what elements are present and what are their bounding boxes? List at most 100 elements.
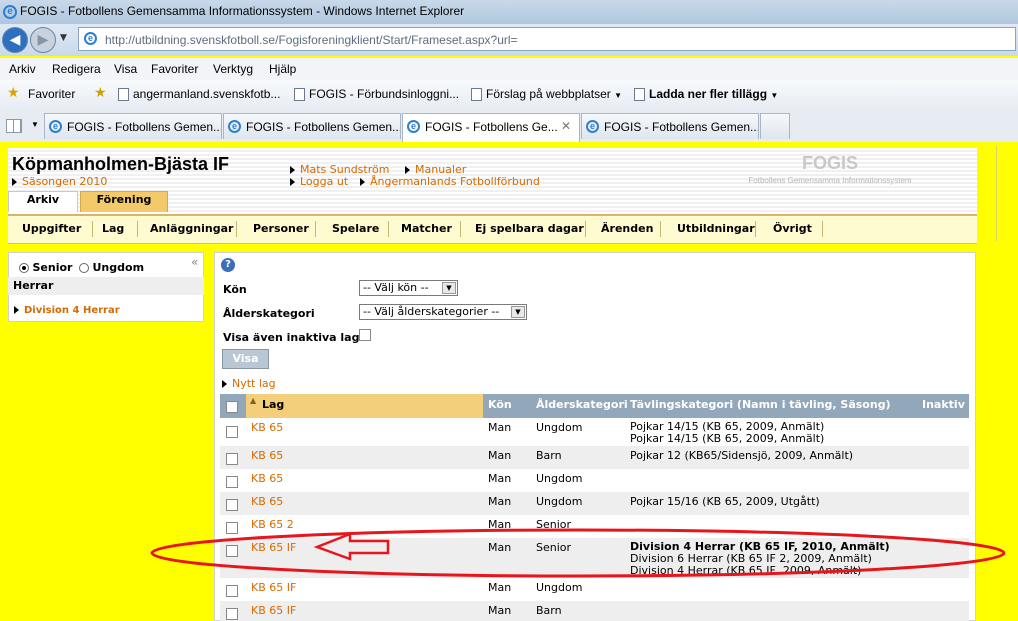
cell-tavling: Pojkar 14/15 (KB 65, 2009, Anmält) Pojkar… [630, 420, 825, 445]
menu-verktyg[interactable]: Verktyg [213, 62, 253, 76]
menu-favoriter[interactable]: Favoriter [151, 62, 198, 76]
cell-kon: Man [488, 472, 512, 485]
sort-asc-icon: ▲ [250, 396, 257, 405]
visa-button[interactable]: Visa [222, 349, 269, 369]
cell-alder: Ungdom [536, 421, 583, 434]
kon-select[interactable]: -- Välj kön -- ▼ [359, 280, 458, 296]
quick-tabs-icon[interactable] [6, 119, 22, 133]
column-lag[interactable]: ▲ Lag [246, 394, 483, 418]
club-name: Köpmanholmen-Bjästa IF [12, 154, 230, 174]
arrow-right-icon [222, 380, 227, 388]
nav-lag[interactable]: Lag [102, 222, 124, 235]
table-row: KB 65 IF Man Ungdom [220, 578, 969, 601]
chevron-down-icon: ▼ [442, 282, 456, 294]
browser-tab-1[interactable]: e FOGIS - Fotbollens Gemen... [44, 113, 222, 139]
back-button[interactable]: ◀ [2, 27, 28, 53]
menu-arkiv[interactable]: Arkiv [9, 62, 36, 76]
favorites-star-icon[interactable]: ★ [7, 84, 20, 101]
history-dropdown-icon[interactable]: ▼ [60, 33, 67, 43]
ie-logo-icon: e [49, 120, 62, 133]
row-checkbox[interactable] [226, 499, 238, 511]
chevron-down-icon: ▼ [614, 91, 622, 100]
alder-label: Ålderskategori [223, 307, 315, 320]
radio-senior[interactable]: Senior [19, 261, 72, 274]
window-title: FOGIS - Fotbollens Gemensamma Informatio… [20, 4, 465, 18]
menu-visa[interactable]: Visa [114, 62, 137, 76]
browser-tab-4[interactable]: e FOGIS - Fotbollens Gemen... [581, 113, 759, 139]
column-inaktiv[interactable]: Inaktiv [922, 398, 965, 411]
nav-arenden[interactable]: Ärenden [601, 222, 653, 235]
team-link[interactable]: KB 65 IF [251, 581, 296, 594]
window-title-bar: e FOGIS - Fotbollens Gemensamma Informat… [0, 0, 1018, 25]
page-icon [118, 88, 129, 102]
nav-matcher[interactable]: Matcher [401, 222, 452, 235]
nav-utbildningar[interactable]: Utbildningar [677, 222, 755, 235]
close-tab-icon[interactable]: ✕ [561, 119, 571, 133]
address-bar[interactable]: e http://utbildning.svenskfotboll.se/Fog… [78, 27, 1016, 51]
add-favorite-icon[interactable]: ★ [94, 84, 107, 101]
logout-link[interactable]: Logga ut [290, 175, 348, 188]
fogis-logo-subtitle: Fotbollens Gemensamma Informationssystem [748, 176, 912, 185]
team-link[interactable]: KB 65 [251, 495, 283, 508]
new-team-link[interactable]: Nytt lag [222, 377, 276, 390]
row-checkbox[interactable] [226, 608, 238, 620]
menu-hjalp[interactable]: Hjälp [269, 62, 296, 76]
team-link[interactable]: KB 65 [251, 472, 283, 485]
row-checkbox[interactable] [226, 426, 238, 438]
table-row: KB 65 Man Ungdom Pojkar 15/16 (KB 65, 20… [220, 492, 969, 515]
cell-kon: Man [488, 581, 512, 594]
team-link[interactable]: KB 65 [251, 449, 283, 462]
column-kon[interactable]: Kön [488, 398, 512, 411]
row-checkbox[interactable] [226, 585, 238, 597]
left-item-division4[interactable]: Division 4 Herrar [14, 305, 120, 316]
favorite-link-3[interactable]: Förslag på webbplatser ▼ [471, 87, 622, 102]
tab-list-dropdown-icon[interactable]: ▼ [31, 120, 39, 129]
table-header: ▲ Lag Kön Ålderskategori Tävlingskategor… [220, 394, 969, 418]
alder-select[interactable]: -- Välj ålderskategorier -- ▼ [359, 304, 527, 320]
forward-button[interactable]: ▶ [30, 27, 56, 53]
main-navigation: Uppgifter Lag Anläggningar Personer Spel… [8, 214, 977, 244]
nav-spelare[interactable]: Spelare [332, 222, 379, 235]
address-input[interactable]: http://utbildning.svenskfotboll.se/Fogis… [105, 33, 518, 47]
row-checkbox[interactable] [226, 453, 238, 465]
cell-kon: Man [488, 495, 512, 508]
select-all-checkbox[interactable] [226, 401, 238, 413]
team-link[interactable]: KB 65 IF [251, 604, 296, 617]
new-tab-button[interactable] [760, 113, 790, 139]
nav-uppgifter[interactable]: Uppgifter [22, 222, 81, 235]
favorites-button[interactable]: Favoriter [28, 87, 75, 101]
federation-link[interactable]: Ångermanlands Fotbollförbund [360, 175, 540, 188]
season-link[interactable]: Säsongen 2010 [12, 175, 107, 188]
row-checkbox[interactable] [226, 476, 238, 488]
nav-ej-spelbara-dagar[interactable]: Ej spelbara dagar [475, 222, 584, 235]
team-link[interactable]: KB 65 [251, 421, 283, 434]
favorite-link-2[interactable]: FOGIS - Förbundsinloggni... [294, 87, 459, 102]
annotation-overlay [150, 528, 1006, 578]
nav-ovrigt[interactable]: Övrigt [773, 222, 812, 235]
ie-logo-icon: e [228, 120, 241, 133]
inaktiva-label: Visa även inaktiva lag [223, 331, 360, 344]
favorites-bar: ★ Favoriter ★ angermanland.svenskfotb...… [0, 80, 1018, 111]
favorite-link-4[interactable]: Ladda ner fler tillägg ▼ [634, 87, 779, 102]
chevron-down-icon: ▼ [770, 91, 779, 100]
tab-bar: ▼ e FOGIS - Fotbollens Gemen... e FOGIS - … [0, 110, 1018, 143]
address-bar-row: ◀ ▶ ▼ e http://utbildning.svenskfotboll.… [0, 24, 1018, 56]
tab-arkiv[interactable]: Arkiv [8, 191, 78, 212]
column-tavling[interactable]: Tävlingskategori (Namn i tävling, Säsong… [630, 398, 891, 411]
nav-personer[interactable]: Personer [253, 222, 309, 235]
browser-tab-3-active[interactable]: e FOGIS - Fotbollens Ge... ✕ [402, 113, 580, 142]
column-alder[interactable]: Ålderskategori [536, 398, 628, 411]
inaktiva-checkbox[interactable] [359, 329, 371, 341]
menu-bar: Arkiv Redigera Visa Favoriter Verktyg Hj… [0, 58, 1018, 81]
browser-tab-2[interactable]: e FOGIS - Fotbollens Gemen... [223, 113, 401, 139]
nav-anlaggningar[interactable]: Anläggningar [150, 222, 233, 235]
collapse-icon[interactable]: « [191, 255, 198, 269]
tab-forening[interactable]: Förening [80, 191, 168, 212]
help-icon[interactable]: ? [221, 258, 235, 272]
cell-alder: Ungdom [536, 495, 583, 508]
table-row: KB 65 Man Ungdom [220, 469, 969, 492]
frame-divider [996, 146, 997, 241]
radio-ungdom[interactable]: Ungdom [79, 261, 144, 274]
menu-redigera[interactable]: Redigera [52, 62, 101, 76]
favorite-link-1[interactable]: angermanland.svenskfotb... [118, 87, 280, 102]
